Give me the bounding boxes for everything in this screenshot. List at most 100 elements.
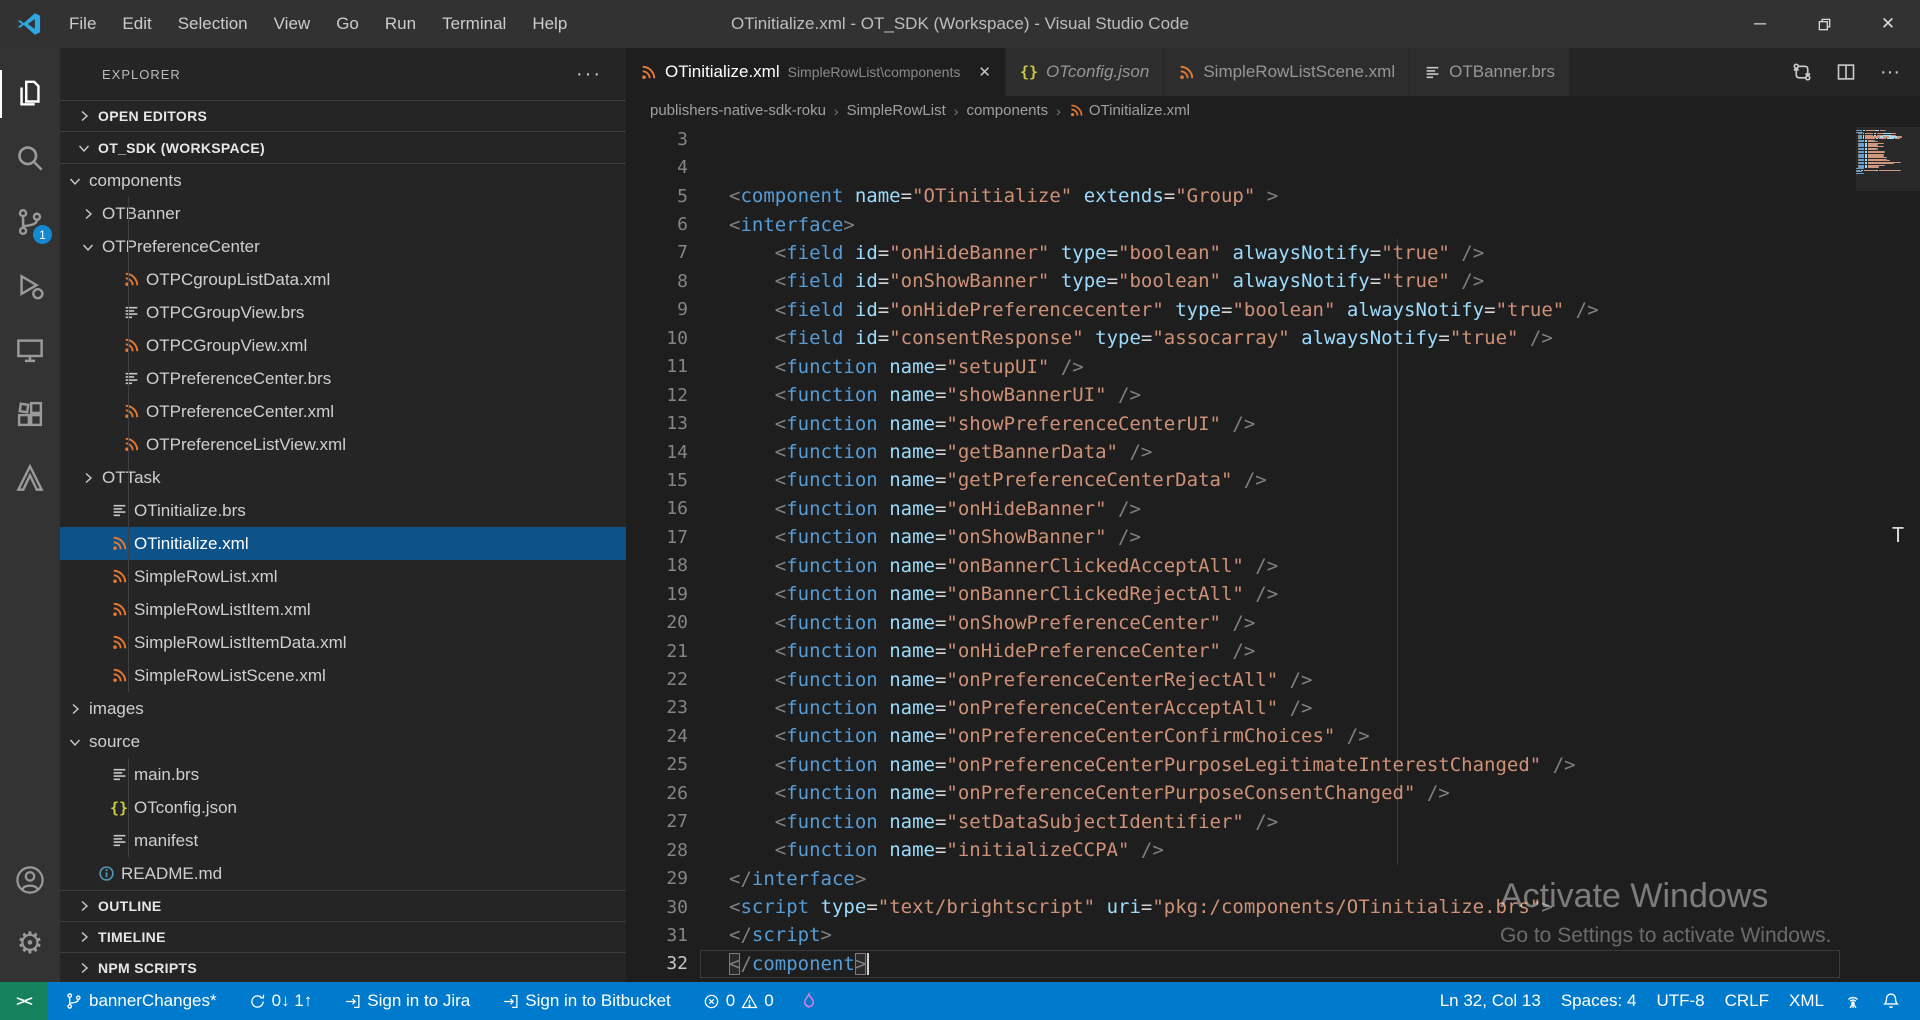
tab-otconfig-json[interactable]: {} OTconfig.json	[1006, 48, 1164, 96]
tree-item-otbanner[interactable]: OTBanner	[60, 197, 626, 230]
encoding-status[interactable]: UTF-8	[1646, 982, 1714, 1020]
open-changes-icon[interactable]	[1792, 62, 1812, 82]
tree-item-otinitialize-xml[interactable]: OTinitialize.xml	[60, 527, 626, 560]
code-line-32[interactable]: 32</component>	[626, 950, 1920, 978]
a-extension-icon[interactable]	[0, 446, 60, 510]
search-icon[interactable]	[0, 126, 60, 190]
tree-item-otpreferencecenter-brs[interactable]: OTPreferenceCenter.brs	[60, 362, 626, 395]
code-editor[interactable]: 345<component name="OTinitialize" extend…	[626, 125, 1920, 982]
settings-gear-icon[interactable]: ⚙	[0, 912, 60, 976]
code-line-13[interactable]: 13 <function name="showPreferenceCenterU…	[626, 409, 1920, 437]
code-line-21[interactable]: 21 <function name="onHidePreferenceCente…	[626, 637, 1920, 665]
run-and-debug-icon[interactable]	[0, 254, 60, 318]
menu-view[interactable]: View	[261, 0, 324, 48]
code-line-19[interactable]: 19 <function name="onBannerClickedReject…	[626, 580, 1920, 608]
breadcrumb-item[interactable]: components	[966, 102, 1048, 119]
tree-item-otpreferencecenter[interactable]: OTPreferenceCenter	[60, 230, 626, 263]
minimap-slider[interactable]	[1856, 127, 1920, 191]
tree-item-otpcgrouplistdata-xml[interactable]: OTPCgroupListData.xml	[60, 263, 626, 296]
npm-scripts-header[interactable]: NPM SCRIPTS	[60, 952, 626, 982]
remote-explorer-icon[interactable]	[0, 318, 60, 382]
restore-button[interactable]	[1792, 0, 1856, 48]
code-line-30[interactable]: 30<script type="text/brightscript" uri="…	[626, 893, 1920, 921]
sign-in-bitbucket[interactable]: Sign in to Bitbucket	[493, 982, 680, 1020]
workspace-header[interactable]: OT_SDK (WORKSPACE)	[60, 131, 626, 164]
eol-status[interactable]: CRLF	[1715, 982, 1779, 1020]
tree-item-simplerowlistscene-xml[interactable]: SimpleRowListScene.xml	[60, 659, 626, 692]
tree-item-otpreferencelistview-xml[interactable]: OTPreferenceListView.xml	[60, 428, 626, 461]
tab-otinitialize-xml[interactable]: OTinitialize.xml SimpleRowList\component…	[626, 48, 1006, 96]
minimize-button[interactable]: ─	[1728, 0, 1792, 48]
menu-run[interactable]: Run	[372, 0, 429, 48]
cursor-position[interactable]: Ln 32, Col 13	[1430, 982, 1551, 1020]
problems-status[interactable]: 0 0	[694, 982, 783, 1020]
flame-extension-status[interactable]	[791, 982, 827, 1020]
code-line-14[interactable]: 14 <function name="getBannerData" />	[626, 438, 1920, 466]
code-line-7[interactable]: 7 <field id="onHideBanner" type="boolean…	[626, 239, 1920, 267]
notifications-bell[interactable]	[1872, 982, 1910, 1020]
tree-item-images[interactable]: images	[60, 692, 626, 725]
code-line-23[interactable]: 23 <function name="onPreferenceCenterAcc…	[626, 694, 1920, 722]
sync-status[interactable]: 0↓ 1↑	[240, 982, 322, 1020]
tree-item-manifest[interactable]: manifest	[60, 824, 626, 857]
tab-otbanner-brs[interactable]: OTBanner.brs	[1410, 48, 1570, 96]
tree-item-simplerowlist-xml[interactable]: SimpleRowList.xml	[60, 560, 626, 593]
code-line-9[interactable]: 9 <field id="onHidePreferencecenter" typ…	[626, 296, 1920, 324]
code-line-27[interactable]: 27 <function name="setDataSubjectIdentif…	[626, 808, 1920, 836]
outline-header[interactable]: OUTLINE	[60, 890, 626, 921]
sign-in-jira[interactable]: Sign in to Jira	[335, 982, 479, 1020]
code-line-11[interactable]: 11 <function name="setupUI" />	[626, 353, 1920, 381]
code-line-8[interactable]: 8 <field id="onShowBanner" type="boolean…	[626, 267, 1920, 295]
menu-edit[interactable]: Edit	[109, 0, 164, 48]
menu-go[interactable]: Go	[323, 0, 372, 48]
code-line-17[interactable]: 17 <function name="onShowBanner" />	[626, 523, 1920, 551]
remote-indicator[interactable]: ><	[0, 982, 48, 1020]
git-branch-status[interactable]: bannerChanges*	[56, 982, 226, 1020]
code-line-18[interactable]: 18 <function name="onBannerClickedAccept…	[626, 552, 1920, 580]
tree-item-source[interactable]: source	[60, 725, 626, 758]
radio-tower-status[interactable]	[1834, 982, 1872, 1020]
explorer-icon[interactable]	[0, 62, 60, 126]
indentation-status[interactable]: Spaces: 4	[1551, 982, 1647, 1020]
tree-item-otpcgroupview-brs[interactable]: OTPCGroupView.brs	[60, 296, 626, 329]
breadcrumb-item[interactable]: SimpleRowList	[847, 102, 946, 119]
breadcrumb-item[interactable]: publishers-native-sdk-roku	[650, 102, 826, 119]
code-line-24[interactable]: 24 <function name="onPreferenceCenterCon…	[626, 722, 1920, 750]
menu-file[interactable]: File	[56, 0, 109, 48]
code-line-22[interactable]: 22 <function name="onPreferenceCenterRej…	[626, 665, 1920, 693]
breadcrumb-item-file[interactable]: OTinitialize.xml	[1069, 102, 1190, 119]
menu-selection[interactable]: Selection	[165, 0, 261, 48]
code-line-29[interactable]: 29</interface>	[626, 864, 1920, 892]
timeline-header[interactable]: TIMELINE	[60, 921, 626, 952]
code-line-10[interactable]: 10 <field id="consentResponse" type="ass…	[626, 324, 1920, 352]
code-line-31[interactable]: 31</script>	[626, 921, 1920, 949]
explorer-more-actions-icon[interactable]: ···	[576, 63, 602, 86]
close-tab-icon[interactable]: ✕	[978, 63, 991, 81]
minimap[interactable]	[1856, 127, 1920, 307]
extensions-icon[interactable]	[0, 382, 60, 446]
tree-item-readme-md[interactable]: README.md	[60, 857, 626, 890]
accounts-icon[interactable]	[0, 848, 60, 912]
tree-item-otpreferencecenter-xml[interactable]: OTPreferenceCenter.xml	[60, 395, 626, 428]
code-line-16[interactable]: 16 <function name="onHideBanner" />	[626, 495, 1920, 523]
tree-item-otpcgroupview-xml[interactable]: OTPCGroupView.xml	[60, 329, 626, 362]
code-line-3[interactable]: 3	[626, 125, 1920, 153]
code-line-15[interactable]: 15 <function name="getPreferenceCenterDa…	[626, 466, 1920, 494]
menu-help[interactable]: Help	[519, 0, 580, 48]
code-line-28[interactable]: 28 <function name="initializeCCPA" />	[626, 836, 1920, 864]
tab-simplerowlistscene-xml[interactable]: SimpleRowListScene.xml	[1164, 48, 1410, 96]
open-editors-header[interactable]: OPEN EDITORS	[60, 100, 626, 131]
menu-terminal[interactable]: Terminal	[429, 0, 519, 48]
code-line-20[interactable]: 20 <function name="onShowPreferenceCente…	[626, 608, 1920, 636]
tree-item-simplerowlistitem-xml[interactable]: SimpleRowListItem.xml	[60, 593, 626, 626]
editor-more-actions-icon[interactable]: ···	[1880, 61, 1900, 84]
code-line-5[interactable]: 5<component name="OTinitialize" extends=…	[626, 182, 1920, 210]
code-line-4[interactable]: 4	[626, 153, 1920, 181]
code-line-12[interactable]: 12 <function name="showBannerUI" />	[626, 381, 1920, 409]
code-line-25[interactable]: 25 <function name="onPreferenceCenterPur…	[626, 751, 1920, 779]
tree-item-components[interactable]: components	[60, 164, 626, 197]
tree-item-otinitialize-brs[interactable]: OTinitialize.brs	[60, 494, 626, 527]
tree-item-main-brs[interactable]: main.brs	[60, 758, 626, 791]
split-editor-icon[interactable]	[1836, 62, 1856, 82]
source-control-icon[interactable]: 1	[0, 190, 60, 254]
